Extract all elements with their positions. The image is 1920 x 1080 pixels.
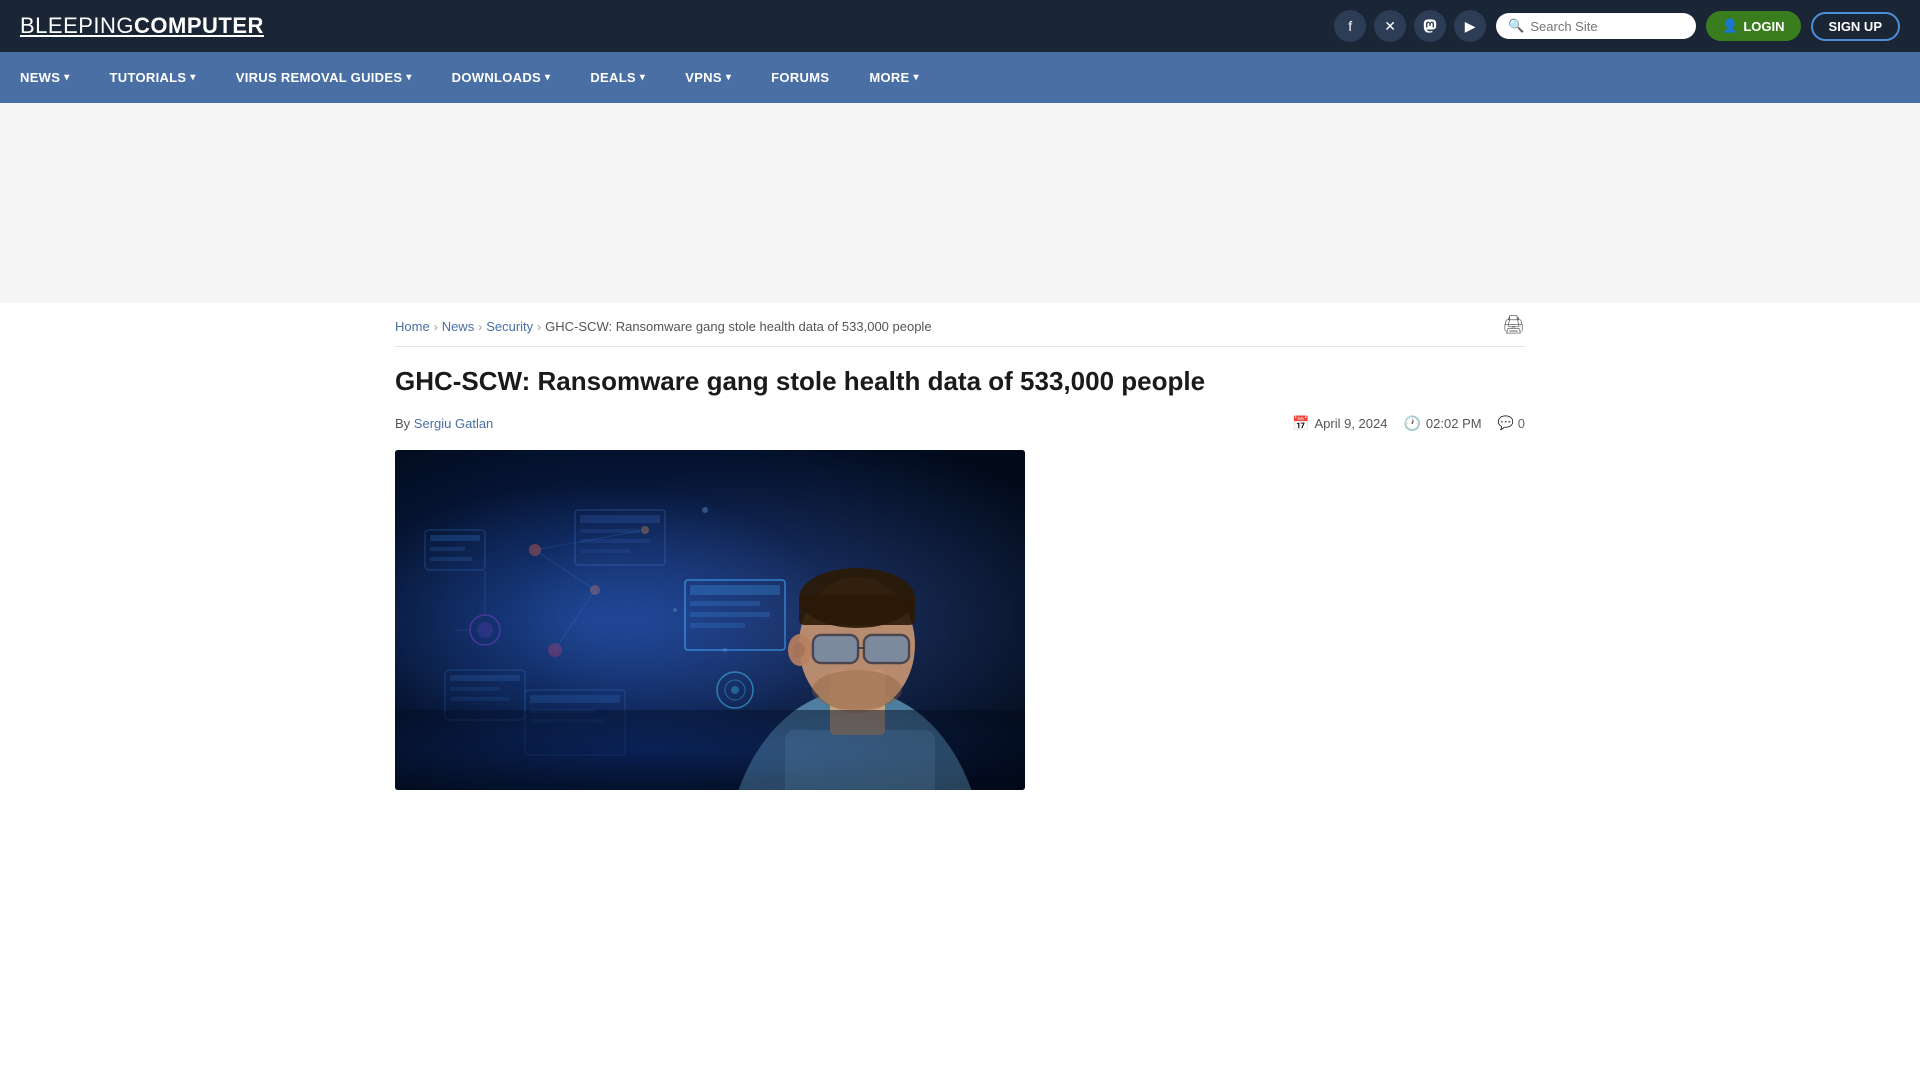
nav-more-caret: ▾ — [914, 72, 919, 83]
breadcrumb-home[interactable]: Home — [395, 319, 430, 334]
ad-banner — [0, 103, 1920, 303]
print-icon[interactable]: 🖨 — [1502, 314, 1525, 335]
nav-vpns[interactable]: VPNS ▾ — [665, 52, 751, 103]
login-button[interactable]: 👤 LOGIN — [1706, 11, 1800, 41]
content-wrapper: Home › News › Security › GHC-SCW: Ransom… — [375, 303, 1545, 790]
nav-news[interactable]: NEWS ▾ — [0, 52, 90, 103]
breadcrumb-security[interactable]: Security — [486, 319, 533, 334]
breadcrumb: Home › News › Security › GHC-SCW: Ransom… — [395, 303, 1525, 347]
hero-image-svg — [395, 450, 1025, 790]
signup-button[interactable]: SIGN UP — [1811, 12, 1900, 41]
by-label: By — [395, 416, 410, 431]
breadcrumb-sep-3: › — [537, 320, 541, 334]
date-meta: 📅 April 9, 2024 — [1292, 415, 1387, 432]
nav-downloads[interactable]: DOWNLOADS ▾ — [432, 52, 571, 103]
header-right: f ✕ ▶ 🔍 👤 LOGIN SIGN UP — [1334, 10, 1900, 42]
clock-icon: 🕐 — [1403, 415, 1420, 432]
nav-tutorials[interactable]: TUTORIALS ▾ — [90, 52, 216, 103]
nav-tutorials-caret: ▾ — [190, 72, 195, 83]
facebook-icon[interactable]: f — [1334, 10, 1366, 42]
nav-more[interactable]: MORE ▾ — [849, 52, 939, 103]
comment-icon: 💬 — [1498, 415, 1514, 431]
breadcrumb-sep-2: › — [478, 320, 482, 334]
search-box[interactable]: 🔍 — [1496, 13, 1696, 39]
search-input[interactable] — [1530, 19, 1684, 34]
nav-vpns-caret: ▾ — [726, 72, 731, 83]
twitter-icon[interactable]: ✕ — [1374, 10, 1406, 42]
nav-bar: NEWS ▾ TUTORIALS ▾ VIRUS REMOVAL GUIDES … — [0, 52, 1920, 103]
nav-deals-caret: ▾ — [640, 72, 645, 83]
article-meta: 📅 April 9, 2024 🕐 02:02 PM 💬 0 — [1292, 415, 1525, 432]
site-header: BLEEPINGCOMPUTER f ✕ ▶ 🔍 👤 LOGIN SIGN UP — [0, 0, 1920, 52]
author-link[interactable]: Sergiu Gatlan — [414, 416, 494, 431]
breadcrumb-news[interactable]: News — [442, 319, 475, 334]
breadcrumb-sep-1: › — [434, 320, 438, 334]
user-icon: 👤 — [1722, 18, 1738, 34]
article-image — [395, 450, 1025, 790]
nav-downloads-caret: ▾ — [545, 72, 550, 83]
comment-count: 0 — [1518, 416, 1525, 431]
site-logo[interactable]: BLEEPINGCOMPUTER — [20, 13, 264, 39]
mastodon-icon[interactable] — [1414, 10, 1446, 42]
youtube-icon[interactable]: ▶ — [1454, 10, 1486, 42]
article-date: April 9, 2024 — [1314, 416, 1387, 431]
nav-virus-removal[interactable]: VIRUS REMOVAL GUIDES ▾ — [216, 52, 432, 103]
time-meta: 🕐 02:02 PM — [1403, 415, 1481, 432]
comments-meta[interactable]: 💬 0 — [1498, 415, 1525, 431]
search-icon: 🔍 — [1508, 18, 1524, 34]
author-info: By Sergiu Gatlan — [395, 416, 493, 431]
article-title: GHC-SCW: Ransomware gang stole health da… — [395, 365, 1525, 399]
social-icons: f ✕ ▶ — [1334, 10, 1486, 42]
nav-deals[interactable]: DEALS ▾ — [570, 52, 665, 103]
author-row: By Sergiu Gatlan 📅 April 9, 2024 🕐 02:02… — [395, 415, 1525, 432]
nav-news-caret: ▾ — [64, 72, 69, 83]
nav-forums[interactable]: FORUMS — [751, 52, 849, 103]
nav-virus-caret: ▾ — [406, 72, 411, 83]
calendar-icon: 📅 — [1292, 415, 1309, 432]
article-time: 02:02 PM — [1426, 416, 1482, 431]
breadcrumb-current: GHC-SCW: Ransomware gang stole health da… — [545, 319, 931, 334]
